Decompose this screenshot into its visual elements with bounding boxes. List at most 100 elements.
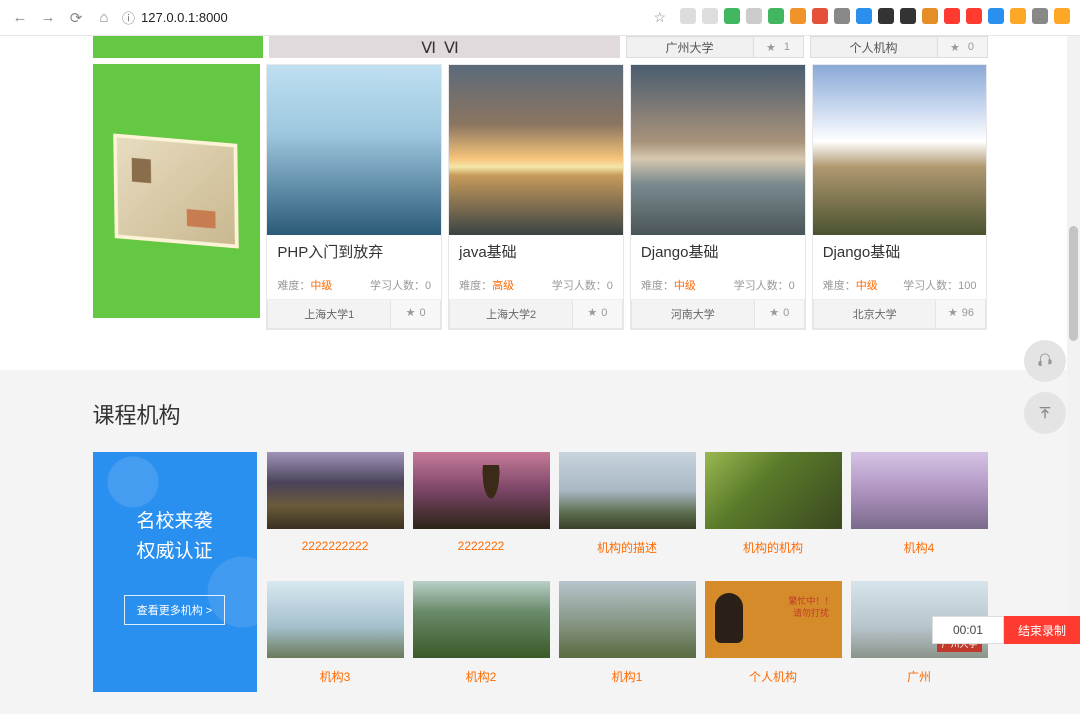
course-stars: 0 [391,300,441,329]
org-image: 繁忙中！！请勿打扰 [705,581,842,658]
course-learners: 学习人数：0 [370,277,431,293]
top-org-name: 个人机构 [810,36,938,58]
org-item[interactable]: 繁忙中！！请勿打扰个人机构 [705,581,842,692]
org-item[interactable]: 2222222222 [267,452,404,563]
extension-icon[interactable] [1010,8,1026,24]
back-button[interactable]: ← [10,9,30,26]
course-title: Django基础 [641,243,795,263]
org-item[interactable]: 机构的描述 [559,452,696,563]
course-learners: 学习人数：100 [903,277,976,293]
course-card[interactable]: Django基础难度：中级 学习人数：100 北京大学96 [812,64,988,330]
course-learners: 学习人数：0 [734,277,795,293]
course-stars: 96 [936,300,986,329]
org-image [559,452,696,529]
extension-icon[interactable] [768,8,784,24]
extension-icon[interactable] [812,8,828,24]
org-name: 广州 [851,668,988,685]
green-room-card[interactable] [93,64,261,318]
org-item[interactable]: 2222222 [413,452,550,563]
org-image [267,452,404,529]
promo-line1: 名校来袭 [136,511,212,532]
course-difficulty: 难度：高级 [459,277,514,293]
org-name: 机构3 [267,668,404,685]
top-org-0[interactable]: 广州大学 1 [626,36,804,58]
org-image [413,452,550,529]
course-difficulty: 难度：中级 [277,277,332,293]
info-icon: ⓘ [122,8,135,27]
course-org[interactable]: 上海大学1 [267,300,391,329]
extension-icon[interactable] [944,8,960,24]
course-image [267,65,441,235]
extension-icon[interactable] [724,8,740,24]
float-buttons [1024,340,1066,434]
extension-icon[interactable] [878,8,894,24]
reload-button[interactable]: ⟳ [66,9,86,27]
scrollbar-thumb[interactable] [1069,226,1078,341]
record-timer: 00:01 [932,616,1004,644]
course-stars: 0 [573,300,623,329]
green-banner-top [93,36,263,58]
extension-icon[interactable] [1054,8,1070,24]
course-card[interactable]: java基础难度：高级学习人数：0上海大学20 [448,64,624,330]
course-row: PHP入门到放弃难度：中级学习人数：0上海大学10java基础难度：高级学习人数… [93,64,988,330]
extension-icon[interactable] [922,8,938,24]
org-name: 2222222222 [267,539,404,553]
course-image [449,65,623,235]
org-item[interactable]: 机构2 [413,581,550,692]
org-name: 机构的描述 [559,539,696,556]
support-button[interactable] [1024,340,1066,382]
extension-icon[interactable] [680,8,696,24]
org-image [413,581,550,658]
top-org-count: 0 [938,36,988,58]
forward-button[interactable]: → [38,9,58,26]
address-bar[interactable]: ⓘ 127.0.0.1:8000 [122,8,645,27]
course-difficulty: 难度：中级 [823,277,878,293]
course-card[interactable]: Django基础难度：中级 学习人数：0 河南大学0 [630,64,806,330]
org-item[interactable]: 机构的机构 [705,452,842,563]
extension-icon[interactable] [1032,8,1048,24]
course-stars: 0 [755,300,805,329]
extension-icon[interactable] [702,8,718,24]
org-image [559,581,696,658]
org-section: 课程机构 名校来袭 权威认证 查看更多机构 > 2222222222222222… [0,370,1080,714]
extension-icon[interactable] [856,8,872,24]
org-item[interactable]: 机构3 [267,581,404,692]
org-item[interactable]: 机构4 [851,452,988,563]
course-title: Django基础 [823,243,977,263]
extension-icon[interactable] [966,8,982,24]
promo-line2: 权威认证 [136,541,212,562]
extension-icon[interactable] [834,8,850,24]
course-org[interactable]: 上海大学2 [449,300,573,329]
vertical-scrollbar[interactable] [1067,36,1080,644]
top-org-1[interactable]: 个人机构 0 [810,36,988,58]
course-difficulty: 难度：中级 [641,277,696,293]
gray-banner: ⅥⅥ [269,36,620,58]
course-image [631,65,805,235]
top-org-count: 1 [754,36,804,58]
top-strip: ⅥⅥ 广州大学 1 个人机构 0 [93,36,988,58]
home-button[interactable]: ⌂ [94,9,114,26]
extension-icon[interactable] [988,8,1004,24]
room-illustration [114,133,240,248]
extension-icon[interactable] [746,8,762,24]
course-org[interactable]: 河南大学 [631,300,755,329]
course-learners: 学习人数：0 [552,277,613,293]
org-image [705,452,842,529]
course-org[interactable]: 北京大学 [813,300,937,329]
course-card[interactable]: PHP入门到放弃难度：中级学习人数：0上海大学10 [266,64,442,330]
extension-icon[interactable] [790,8,806,24]
org-item[interactable]: 机构1 [559,581,696,692]
org-name: 2222222 [413,539,550,553]
org-grid: 22222222222222222机构的描述机构的机构机构4机构3机构2机构1繁… [267,452,988,692]
section-title: 课程机构 [93,398,988,430]
back-to-top-button[interactable] [1024,392,1066,434]
more-orgs-button[interactable]: 查看更多机构 > [124,595,225,625]
org-name: 个人机构 [705,668,842,685]
stop-record-button[interactable]: 结束录制 [1004,616,1080,644]
org-image [851,452,988,529]
org-name: 机构4 [851,539,988,556]
toolbar-extensions: ☆ [653,8,1070,27]
bookmark-icon[interactable]: ☆ [653,9,666,26]
extension-icon[interactable] [900,8,916,24]
top-org-name: 广州大学 [626,36,754,58]
